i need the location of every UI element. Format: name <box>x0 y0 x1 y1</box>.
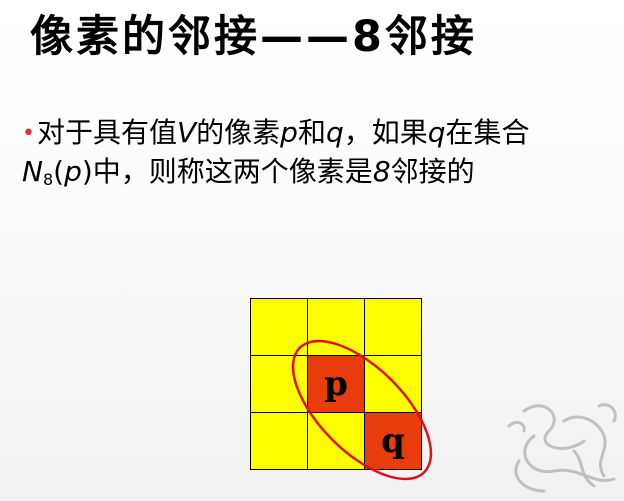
pixel-cell <box>251 299 307 355</box>
definition-text: •对于具有值V的像素p和q，如果q在集合 N8(p)中，则称这两个像素是8邻接的 <box>22 114 622 199</box>
slide: 像素的邻接——8邻接 •对于具有值V的像素p和q，如果q在集合 N8(p)中，则… <box>0 0 624 501</box>
pixel-cell <box>308 299 364 355</box>
pixel-cell-p: p <box>308 356 364 412</box>
pixel-grid: pq <box>250 298 422 470</box>
pixel-cell <box>365 299 421 355</box>
pixel-cell-q: q <box>365 413 421 469</box>
bullet-icon: • <box>22 121 35 146</box>
pixel-cell <box>251 356 307 412</box>
definition-line-1: •对于具有值V的像素p和q，如果q在集合 <box>22 116 530 149</box>
slide-title: 像素的邻接——8邻接 <box>30 12 477 62</box>
pixel-cell <box>251 413 307 469</box>
dragon-decoration-icon <box>507 403 617 493</box>
pixel-cell <box>308 413 364 469</box>
pixel-cell <box>365 356 421 412</box>
definition-line-2: N8(p)中，则称这两个像素是8邻接的 <box>22 155 475 189</box>
